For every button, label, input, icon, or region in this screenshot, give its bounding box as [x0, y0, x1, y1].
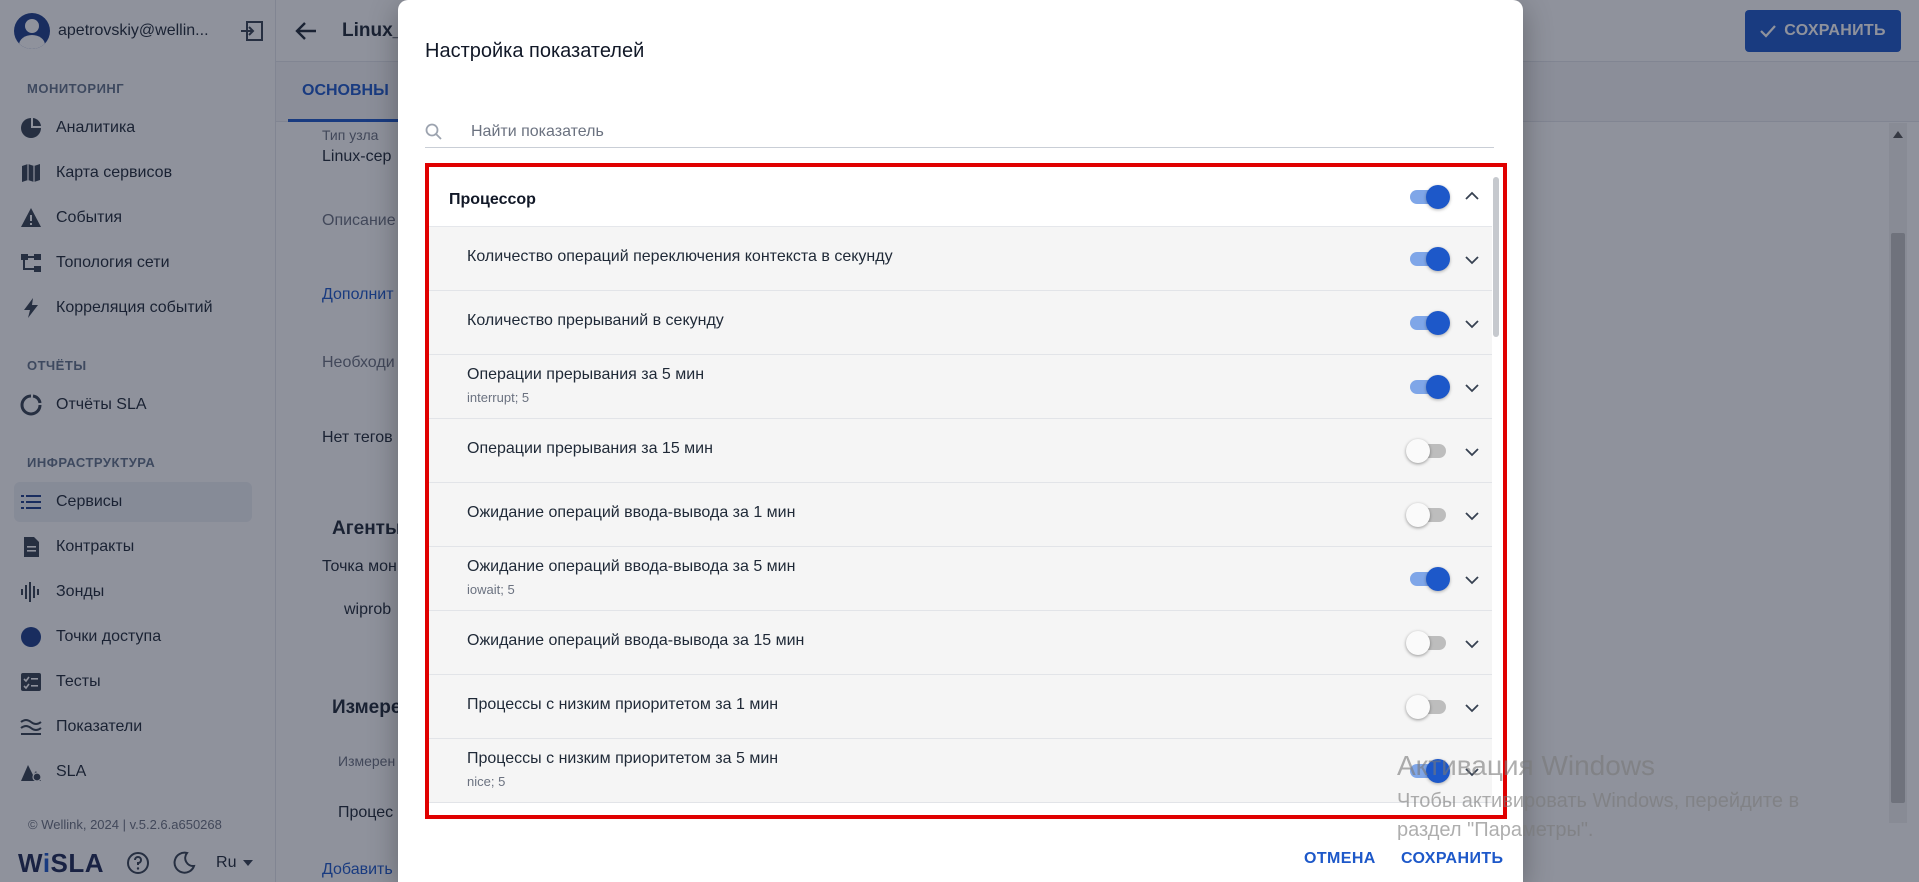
list-item[interactable]: Ожидание операций ввода-вывода за 15 мин — [429, 611, 1492, 675]
list-item[interactable]: Операции прерывания за 15 мин — [429, 419, 1492, 483]
chevron-down-icon[interactable] — [1464, 252, 1480, 268]
list-item[interactable]: Процессы с низким приоритетом за 5 мин n… — [429, 739, 1492, 803]
metric-label: Количество прерываний в секунду — [467, 312, 724, 329]
windows-activation-line1: Чтобы активировать Windows, перейдите в — [1397, 790, 1800, 812]
list-item[interactable]: Количество операций переключения контекс… — [429, 227, 1492, 291]
metric-sublabel: iowait; 5 — [467, 582, 515, 597]
group-title: Процессор — [449, 191, 536, 208]
chevron-down-icon[interactable] — [1464, 444, 1480, 460]
windows-activation-line2: раздел "Параметры". — [1397, 819, 1594, 841]
save-button[interactable]: СОХРАНИТЬ — [1401, 850, 1503, 868]
windows-activation-title: Активация Windows — [1397, 750, 1656, 781]
group-toggle[interactable] — [1408, 185, 1450, 209]
metric-toggle[interactable] — [1408, 247, 1450, 271]
metric-label: Ожидание операций ввода-вывода за 1 мин — [467, 504, 796, 521]
metric-toggle[interactable] — [1406, 695, 1450, 719]
metric-label: Операции прерывания за 15 мин — [467, 440, 713, 457]
chevron-down-icon[interactable] — [1464, 380, 1480, 396]
chevron-up-icon[interactable] — [1464, 188, 1480, 204]
metric-label: Ожидание операций ввода-вывода за 5 мин — [467, 558, 796, 575]
metric-label: Операции прерывания за 5 мин — [467, 366, 705, 383]
chevron-down-icon[interactable] — [1464, 636, 1480, 652]
list-scrollbar[interactable] — [1493, 177, 1499, 337]
list-item[interactable]: Операции прерывания за 5 мин interrupt; … — [429, 355, 1492, 419]
metric-label: Количество операций переключения контекс… — [467, 248, 893, 265]
chevron-down-icon[interactable] — [1464, 508, 1480, 524]
list-item[interactable]: Количество прерываний в секунду — [429, 291, 1492, 355]
metric-label: Ожидание операций ввода-вывода за 15 мин — [467, 632, 805, 649]
search-icon — [425, 123, 442, 140]
metric-toggle[interactable] — [1406, 503, 1450, 527]
group-header[interactable]: Процессор — [429, 167, 1492, 227]
search-input[interactable] — [471, 122, 1371, 141]
metric-toggle[interactable] — [1408, 375, 1450, 399]
cancel-button[interactable]: ОТМЕНА — [1304, 850, 1376, 868]
search-row — [425, 116, 1494, 148]
metric-label: Процессы с низким приоритетом за 5 мин — [467, 750, 779, 767]
metric-label: Процессы с низким приоритетом за 1 мин — [467, 696, 779, 713]
metric-toggle[interactable] — [1406, 439, 1450, 463]
chevron-down-icon[interactable] — [1464, 316, 1480, 332]
metric-toggle[interactable] — [1408, 567, 1450, 591]
list-item[interactable]: Ожидание операций ввода-вывода за 5 мин … — [429, 547, 1492, 611]
metrics-list: Процессор Количество операций переключен… — [429, 167, 1503, 815]
list-item[interactable]: Ожидание операций ввода-вывода за 1 мин — [429, 483, 1492, 547]
list-item[interactable]: Процессы с низким приоритетом за 1 мин — [429, 675, 1492, 739]
metrics-list-highlight: Процессор Количество операций переключен… — [425, 163, 1507, 819]
chevron-down-icon[interactable] — [1464, 572, 1480, 588]
metric-toggle[interactable] — [1408, 311, 1450, 335]
chevron-down-icon[interactable] — [1464, 700, 1480, 716]
dialog-title: Настройка показателей — [425, 40, 645, 62]
metric-sublabel: nice; 5 — [467, 774, 506, 789]
metric-sublabel: interrupt; 5 — [467, 390, 530, 405]
metrics-settings-dialog: Настройка показателей Процессор Количест… — [398, 0, 1523, 882]
metric-toggle[interactable] — [1406, 631, 1450, 655]
